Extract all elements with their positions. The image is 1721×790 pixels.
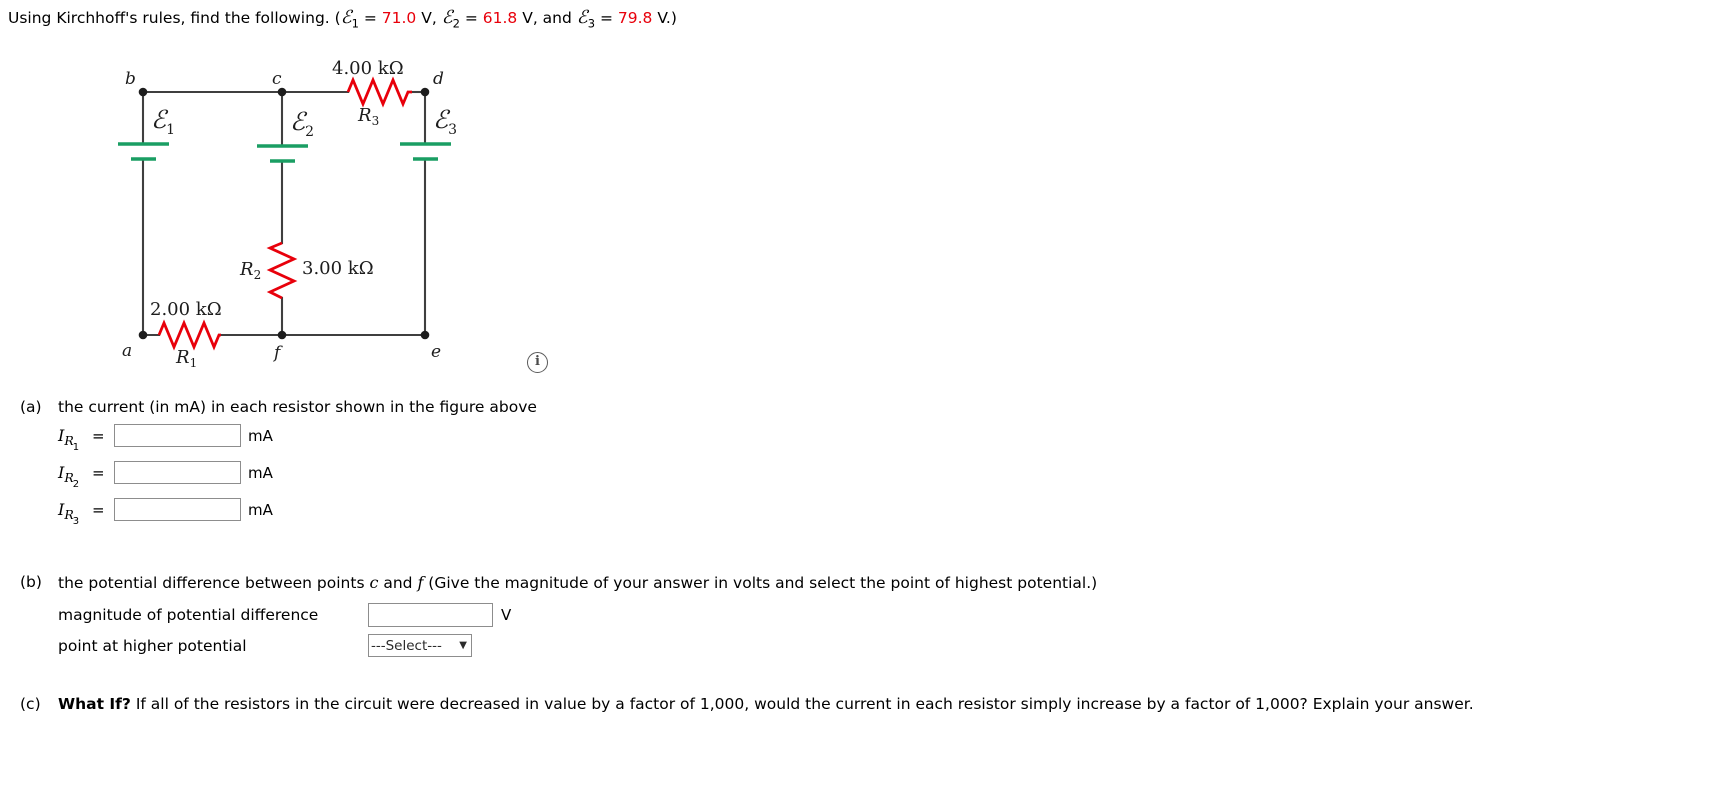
part-c-body: If all of the resistors in the circuit w…	[130, 695, 1474, 713]
higher-potential-label: point at higher potential	[58, 637, 247, 655]
resistor-r3-value: 4.00 kΩ	[332, 58, 404, 79]
node-dot-d	[420, 87, 430, 97]
part-b-answer-rows: magnitude of potential difference V poin…	[58, 603, 511, 665]
figure-emf2-label: ℰ2	[290, 107, 314, 140]
part-b: (b) the potential difference between poin…	[20, 573, 1097, 592]
emf2-value: 61.8	[482, 9, 518, 27]
node-label-d: d	[433, 69, 444, 89]
higher-potential-select[interactable]: ---Select--- ▼	[368, 634, 472, 657]
part-a-answer-rows: IR1 = mA IR2 = mA IR3 = mA	[58, 424, 273, 535]
sep-2: , and	[532, 9, 577, 27]
unit-r3: mA	[248, 501, 273, 519]
node-dot-b	[138, 87, 148, 97]
eq-3: =	[595, 9, 618, 27]
node-dot-a	[138, 330, 148, 340]
problem-prompt: Using Kirchhoff's rules, find the follow…	[8, 8, 677, 34]
magnitude-row: magnitude of potential difference V	[58, 603, 511, 634]
node-dot-f	[277, 330, 287, 340]
prompt-lead: Using Kirchhoff's rules, find the follow…	[8, 9, 341, 27]
emf3-symbol: ℰ3	[576, 7, 596, 31]
emf3-subscript: 3	[587, 16, 596, 31]
emf1-value: 71.0	[381, 9, 417, 27]
node-label-a: a	[122, 341, 132, 361]
sep-1: ,	[431, 9, 442, 27]
emf2-subscript: 2	[452, 16, 460, 31]
part-c: (c) What If? If all of the resistors in t…	[20, 695, 1474, 713]
node-label-f: f	[272, 343, 283, 363]
current-label-r3: IR3	[58, 500, 80, 527]
circuit-figure: b c d a f e ℰ1 ℰ2 ℰ3 4.00 kΩ R3 R2 3.00 …	[100, 58, 570, 378]
part-a-text: the current (in mA) in each resistor sho…	[58, 398, 537, 416]
magnitude-label: magnitude of potential difference	[58, 606, 319, 624]
answer-row-r3: IR3 = mA	[58, 498, 273, 535]
prompt-tail: V.)	[657, 9, 677, 27]
magnitude-input[interactable]	[368, 603, 493, 627]
resistor-r3-name: R3	[357, 105, 379, 128]
part-c-text: What If? If all of the resistors in the …	[58, 695, 1474, 713]
eq-2: =	[459, 9, 483, 27]
answer-row-r1: IR1 = mA	[58, 424, 273, 461]
current-input-r2[interactable]	[114, 461, 241, 484]
part-b-text-b: (Give the magnitude of your answer in vo…	[423, 574, 1098, 592]
part-c-label: (c)	[20, 695, 41, 713]
answer-row-r2: IR2 = mA	[58, 461, 273, 498]
resistor-r1-value: 2.00 kΩ	[150, 299, 222, 320]
part-b-text-a: the potential difference between points	[58, 574, 370, 592]
figure-emf1-label: ℰ1	[151, 105, 175, 138]
unit-r2: mA	[248, 464, 273, 482]
equals-r2: =	[92, 464, 105, 482]
what-if-emphasis: What If?	[58, 695, 131, 713]
current-label-r1: IR1	[58, 426, 80, 453]
emf1-symbol: ℰ1	[340, 7, 359, 31]
info-icon[interactable]: i	[527, 352, 548, 373]
part-a-label: (a)	[20, 398, 42, 416]
current-input-r3[interactable]	[114, 498, 241, 521]
resistor-r2-name: R2	[239, 259, 261, 282]
resistor-r2-value: 3.00 kΩ	[302, 258, 374, 279]
node-label-e: e	[431, 342, 441, 362]
emf1-subscript: 1	[351, 16, 359, 31]
equals-r3: =	[92, 501, 105, 519]
magnitude-unit: V	[501, 606, 512, 624]
current-label-r2: IR2	[58, 463, 80, 490]
unit-v-1: V	[421, 9, 432, 27]
emf3-value: 79.8	[617, 9, 653, 27]
chevron-down-icon: ▼	[459, 640, 467, 651]
resistor-r1-zigzag	[157, 319, 221, 351]
part-b-text-and: and	[378, 574, 418, 592]
higher-potential-row: point at higher potential ---Select--- ▼	[58, 634, 511, 665]
battery-plates	[118, 142, 451, 163]
select-value: ---Select---	[371, 637, 442, 654]
part-a: (a) the current (in mA) in each resistor …	[20, 398, 537, 416]
part-b-label: (b)	[20, 573, 42, 591]
unit-v-2: V	[522, 9, 533, 27]
node-dot-e	[420, 330, 430, 340]
current-input-r1[interactable]	[114, 424, 241, 447]
part-b-text: the potential difference between points …	[58, 573, 1097, 592]
node-label-b: b	[125, 69, 136, 89]
resistor-r2-zigzag	[266, 241, 298, 300]
eq-1: =	[358, 9, 382, 27]
equals-r1: =	[92, 427, 105, 445]
figure-emf3-label: ℰ3	[433, 105, 457, 138]
resistor-r3-zigzag	[346, 76, 412, 108]
unit-r1: mA	[248, 427, 273, 445]
resistor-r1-name: R1	[175, 347, 197, 370]
emf2-symbol: ℰ2	[441, 7, 460, 31]
node-label-c: c	[272, 69, 282, 89]
